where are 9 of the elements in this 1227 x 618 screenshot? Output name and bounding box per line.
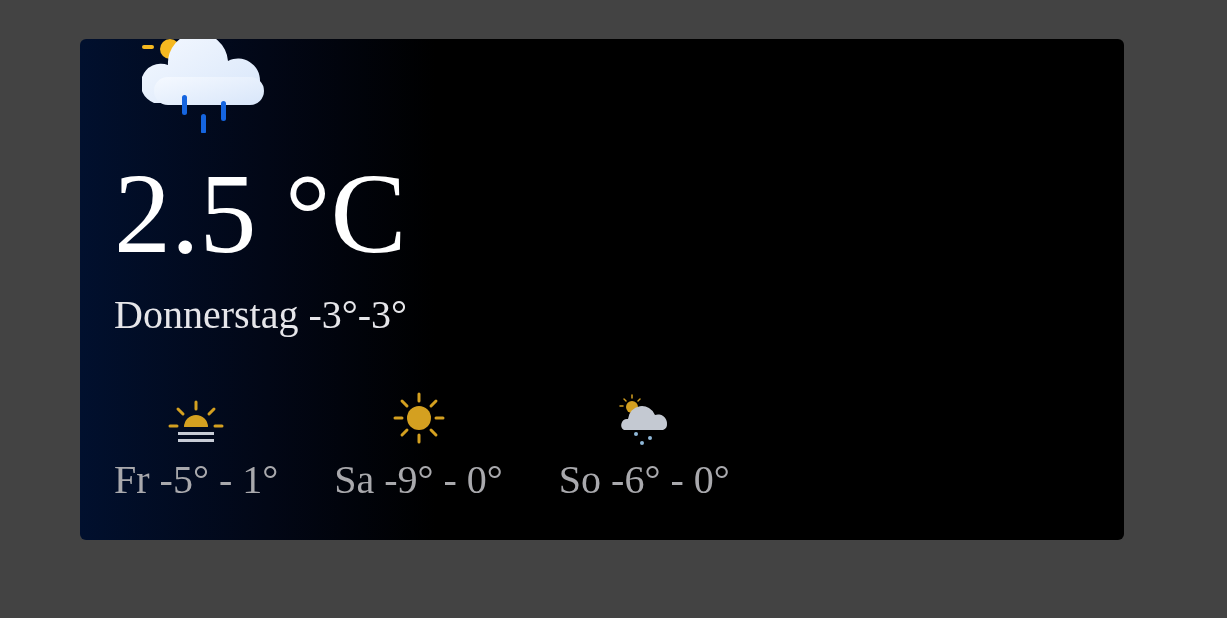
forecast-day: So <box>558 456 602 503</box>
forecast-day: Fr <box>114 456 150 503</box>
forecast-day: Sa <box>334 456 375 503</box>
forecast-range: -9° - 0° <box>384 456 503 503</box>
day-label: Donnerstag <box>114 291 299 338</box>
temperature-range: -3°-3° <box>308 291 408 338</box>
forecast-range: -6° - 0° <box>611 456 730 503</box>
forecast-range: -5° - 1° <box>159 456 279 503</box>
current-temperature: 2.5 °C <box>114 157 408 271</box>
